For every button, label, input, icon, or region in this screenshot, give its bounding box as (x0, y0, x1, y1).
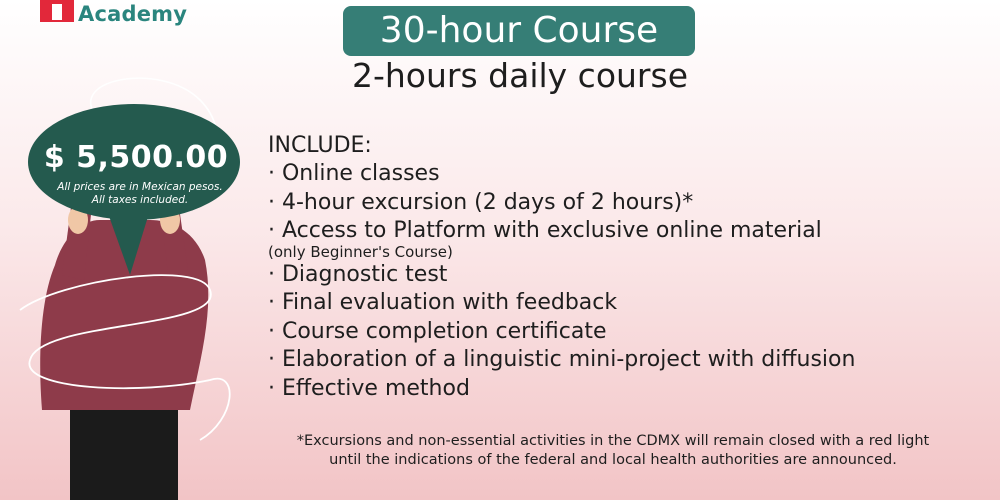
list-item: · Final evaluation with feedback (268, 290, 618, 315)
price-note-line1: All prices are in Mexican pesos. (57, 181, 223, 193)
list-item: · Course completion certificate (268, 318, 607, 344)
course-duration-badge: 30-hour Course (343, 6, 695, 56)
list-item: · Access to Platform with exclusive onli… (268, 218, 822, 243)
include-list: INCLUDE: · Online classes · 4-hour excur… (268, 132, 968, 403)
logo-text: Academy (78, 2, 188, 26)
list-item: · Elaboration of a linguistic mini-proje… (268, 347, 856, 372)
price-note-line2: All taxes included. (91, 194, 189, 206)
course-price: $ 5,500.00 (43, 140, 229, 175)
list-item: · Diagnostic test (268, 261, 448, 287)
footnote: *Excursions and non-essential activities… (268, 432, 958, 470)
footnote-line1: *Excursions and non-essential activities… (296, 433, 930, 449)
footnote-line2: until the indications of the federal and… (329, 452, 897, 468)
include-heading: INCLUDE: (268, 133, 372, 158)
list-item: · 4-hour excursion (2 days of 2 hours)* (268, 189, 694, 215)
list-item: · Effective method (268, 375, 470, 401)
academy-logo[interactable]: Academy (0, 0, 187, 36)
price-note: All prices are in Mexican pesos. All tax… (40, 181, 240, 207)
person-illustration (19, 77, 240, 500)
course-subtitle: 2-hours daily course (351, 56, 688, 95)
academy-logo-icon (40, 0, 74, 22)
list-item: · Online classes (268, 161, 440, 186)
